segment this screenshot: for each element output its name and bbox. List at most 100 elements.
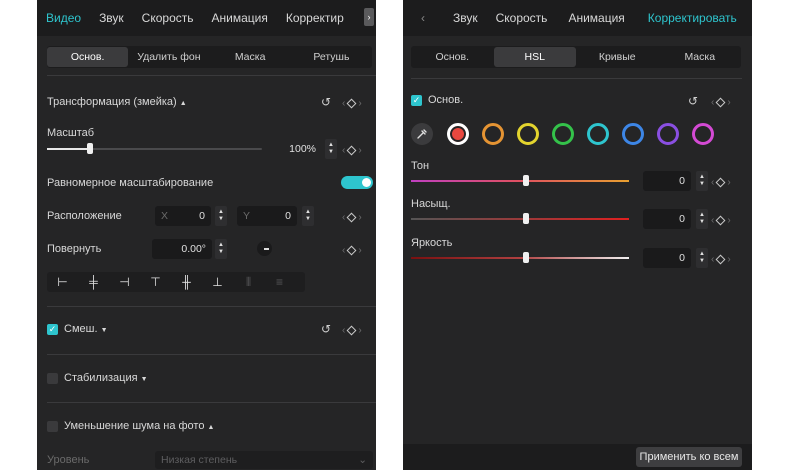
keyframe-diamond-icon[interactable] [346, 212, 357, 223]
tab-video[interactable]: Видео [46, 11, 81, 25]
reset-icon[interactable]: ↺ [688, 94, 698, 108]
rotate-dial[interactable] [257, 241, 272, 256]
distribute-v-icon: ≡ [275, 275, 283, 289]
subtab-mask[interactable]: Маска [659, 47, 742, 67]
position-x-field[interactable]: X 0 [155, 206, 211, 226]
denoise-checkbox[interactable] [47, 421, 58, 432]
hue-slider[interactable] [411, 175, 629, 186]
tab-animation[interactable]: Анимация [568, 11, 624, 25]
scale-slider-thumb[interactable] [87, 143, 93, 154]
prev-keyframe-icon[interactable]: ‹ [711, 97, 714, 108]
tab-audio[interactable]: Звук [453, 11, 478, 25]
hue-slider-thumb[interactable] [523, 175, 529, 186]
swatch-yellow[interactable] [517, 123, 539, 145]
rotate-field[interactable]: 0.00° [152, 239, 212, 259]
tab-adjust[interactable]: Корректировать [648, 11, 737, 25]
tab-adjust[interactable]: Корректир [286, 11, 344, 25]
scale-value-field[interactable]: 100% [270, 139, 322, 159]
apply-to-all-button[interactable]: Применить ко всем [636, 447, 742, 467]
prev-keyframe-icon[interactable]: ‹ [342, 98, 345, 109]
hue-value-field[interactable]: 0 [643, 171, 691, 191]
swatch-magenta[interactable] [692, 123, 714, 145]
saturation-stepper[interactable]: ▲ ▼ [696, 209, 708, 229]
rotate-stepper[interactable]: ▲ ▼ [215, 239, 227, 259]
uniform-scale-toggle[interactable] [341, 176, 373, 189]
hue-stepper[interactable]: ▲ ▼ [696, 171, 708, 191]
subtab-curves[interactable]: Кривые [576, 47, 659, 67]
saturation-slider-thumb[interactable] [523, 213, 529, 224]
prev-keyframe-icon[interactable]: ‹ [342, 212, 345, 223]
reset-icon[interactable]: ↺ [321, 95, 331, 109]
prev-keyframe-icon[interactable]: ‹ [711, 215, 714, 226]
next-keyframe-icon[interactable]: › [358, 245, 361, 256]
subtab-basic[interactable]: Основ. [47, 47, 129, 67]
next-keyframe-icon[interactable]: › [727, 254, 730, 265]
prev-keyframe-icon[interactable]: ‹ [711, 254, 714, 265]
scale-slider[interactable] [47, 143, 262, 154]
basic-checkbox[interactable]: ✓ [411, 95, 422, 106]
subtab-retouch[interactable]: Ретушь [291, 47, 372, 67]
align-right-icon[interactable]: ⊣ [109, 275, 140, 289]
lightness-value-field[interactable]: 0 [643, 248, 691, 268]
saturation-value-field[interactable]: 0 [643, 209, 691, 229]
align-left-icon[interactable]: ⊢ [47, 275, 78, 289]
align-center-h-icon[interactable]: ╪ [78, 275, 109, 289]
lightness-slider-thumb[interactable] [523, 252, 529, 263]
subtab-remove-bg[interactable]: Удалить фон [128, 47, 209, 67]
align-top-icon[interactable]: ⊤ [140, 275, 171, 289]
swatch-red[interactable] [447, 123, 469, 145]
subtab-hsl[interactable]: HSL [493, 47, 576, 67]
blend-section-title[interactable]: Смеш. ▼ [64, 323, 108, 335]
transform-section-title[interactable]: Трансформация (змейка) ▲ [47, 96, 187, 108]
next-keyframe-icon[interactable]: › [358, 212, 361, 223]
next-keyframe-icon[interactable]: › [358, 98, 361, 109]
color-picker-button[interactable] [411, 123, 433, 145]
keyframe-diamond-icon[interactable] [346, 98, 357, 109]
position-y-field[interactable]: Y 0 [237, 206, 297, 226]
next-keyframe-icon[interactable]: › [358, 325, 361, 336]
next-keyframe-icon[interactable]: › [358, 145, 361, 156]
keyframe-diamond-icon[interactable] [346, 245, 357, 256]
lightness-slider[interactable] [411, 252, 629, 263]
position-y-stepper[interactable]: ▲ ▼ [302, 206, 314, 226]
align-center-v-icon[interactable]: ╫ [171, 275, 202, 289]
reset-icon[interactable]: ↺ [321, 322, 331, 336]
keyframe-diamond-icon[interactable] [715, 97, 726, 108]
keyframe-diamond-icon[interactable] [346, 325, 357, 336]
lightness-stepper[interactable]: ▲ ▼ [696, 248, 708, 268]
tab-speed[interactable]: Скорость [142, 11, 194, 25]
prev-keyframe-icon[interactable]: ‹ [711, 177, 714, 188]
prev-keyframe-icon[interactable]: ‹ [342, 145, 345, 156]
tab-audio[interactable]: Звук [99, 11, 124, 25]
scale-stepper[interactable]: ▲ ▼ [325, 139, 337, 159]
position-x-stepper[interactable]: ▲ ▼ [215, 206, 227, 226]
tab-speed[interactable]: Скорость [496, 11, 548, 25]
subtab-basic[interactable]: Основ. [411, 47, 494, 67]
divider [47, 75, 376, 76]
keyframe-diamond-icon[interactable] [715, 177, 726, 188]
subtab-mask[interactable]: Маска [210, 47, 291, 67]
next-keyframe-icon[interactable]: › [727, 177, 730, 188]
swatch-purple[interactable] [657, 123, 679, 145]
next-keyframe-icon[interactable]: › [727, 97, 730, 108]
align-bottom-icon[interactable]: ⊥ [202, 275, 233, 289]
tabs-scroll-left-button[interactable]: ‹ [421, 11, 425, 25]
stabilization-section-title[interactable]: Стабилизация ▼ [64, 372, 148, 384]
swatch-blue[interactable] [622, 123, 644, 145]
keyframe-diamond-icon[interactable] [715, 254, 726, 265]
swatch-cyan[interactable] [587, 123, 609, 145]
blend-checkbox[interactable]: ✓ [47, 324, 58, 335]
tab-animation[interactable]: Анимация [212, 11, 268, 25]
stabilization-checkbox[interactable] [47, 373, 58, 384]
level-dropdown[interactable]: Низкая степень ⌄ [155, 451, 373, 469]
saturation-slider[interactable] [411, 213, 629, 224]
prev-keyframe-icon[interactable]: ‹ [342, 325, 345, 336]
denoise-section-title[interactable]: Уменьшение шума на фото ▲ [64, 420, 214, 432]
tabs-scroll-right-button[interactable]: › [364, 8, 374, 26]
keyframe-diamond-icon[interactable] [715, 215, 726, 226]
swatch-orange[interactable] [482, 123, 504, 145]
prev-keyframe-icon[interactable]: ‹ [342, 245, 345, 256]
swatch-green[interactable] [552, 123, 574, 145]
next-keyframe-icon[interactable]: › [727, 215, 730, 226]
keyframe-diamond-icon[interactable] [346, 145, 357, 156]
